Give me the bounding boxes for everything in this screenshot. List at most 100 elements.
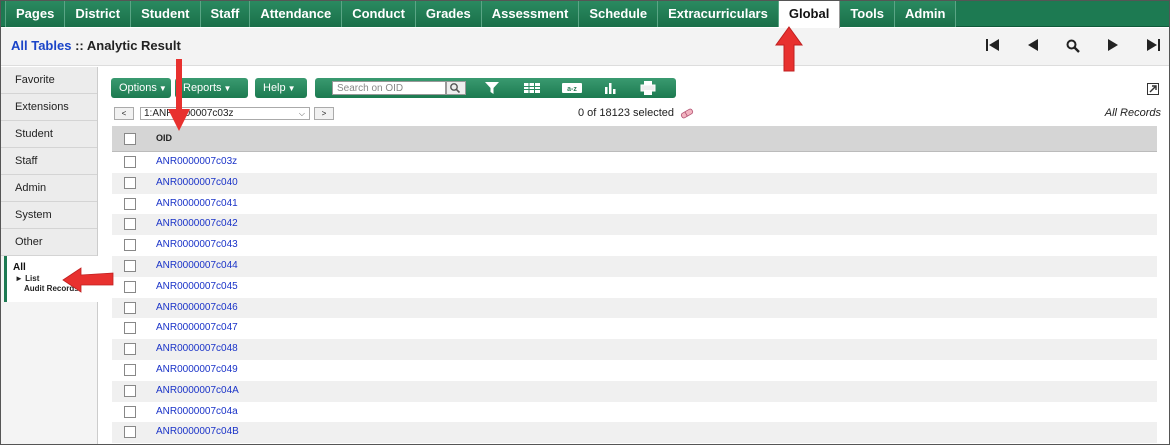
previous-record-icon[interactable] (1021, 35, 1045, 57)
oid-link[interactable]: ANR0000007c049 (156, 364, 238, 375)
caret-down-icon: ▼ (223, 84, 232, 93)
chevron-down-icon: ⌵ (298, 109, 305, 118)
oid-link[interactable]: ANR0000007c04a (156, 406, 238, 417)
nav-tab-pages[interactable]: Pages (5, 1, 66, 27)
next-page-button[interactable]: > (314, 107, 334, 120)
row-checkbox[interactable] (124, 322, 136, 335)
side-menu: Favorite Extensions Student Staff Admin Syste… (1, 67, 98, 444)
options-label: Options (119, 82, 157, 94)
row-checkbox[interactable] (124, 197, 136, 210)
table-body: ANR0000007c03z ANR0000007c040 ANR0000007c0… (112, 152, 1157, 444)
record-select[interactable]: 1:ANR0000007c03z ⌵ (140, 107, 310, 120)
row-checkbox[interactable] (124, 405, 136, 418)
print-icon[interactable] (639, 81, 657, 95)
oid-link[interactable]: ANR0000007c04A (156, 385, 239, 396)
row-checkbox[interactable] (124, 301, 136, 314)
table-row: ANR0000007c03z (112, 152, 1157, 173)
table-row: ANR0000007c044 (112, 255, 1157, 277)
table-row: ANR0000007c041 (112, 194, 1157, 215)
table-header: OID (112, 126, 1157, 152)
table-row: ANR0000007c04B (112, 422, 1157, 444)
nav-tab-admin[interactable]: Admin (895, 1, 957, 27)
sort-az-icon[interactable]: a-z (561, 81, 583, 95)
oid-link[interactable]: ANR0000007c043 (156, 239, 238, 250)
first-record-icon[interactable] (981, 35, 1005, 57)
caret-down-icon: ▼ (287, 84, 296, 93)
nav-tab-attendance[interactable]: Attendance (250, 1, 343, 27)
select-all-checkbox[interactable] (124, 133, 136, 145)
search-submit-icon[interactable] (446, 81, 466, 95)
table-row: ANR0000007c047 (112, 318, 1157, 339)
filter-icon[interactable] (483, 81, 501, 95)
search-input[interactable] (332, 81, 446, 95)
nav-tab-extracurriculars[interactable]: Extracurriculars (658, 1, 779, 27)
nav-tab-tools[interactable]: Tools (840, 1, 896, 27)
row-checkbox[interactable] (124, 218, 136, 231)
search-icon[interactable] (1061, 35, 1085, 57)
nav-tab-district[interactable]: District (65, 1, 132, 27)
oid-link[interactable]: ANR0000007c03z (156, 156, 237, 167)
breadcrumb-separator: :: (71, 38, 87, 53)
oid-column-header[interactable]: OID (156, 133, 172, 143)
search-toolbar: a-z (315, 78, 676, 98)
oid-link[interactable]: ANR0000007c048 (156, 343, 238, 354)
sidebar-item-student[interactable]: Student (1, 121, 97, 148)
oid-link[interactable]: ANR0000007c040 (156, 177, 238, 188)
row-checkbox[interactable] (124, 363, 136, 376)
oid-link[interactable]: ANR0000007c04B (156, 426, 239, 437)
oid-link[interactable]: ANR0000007c046 (156, 302, 238, 313)
reports-button[interactable]: Reports ▼ (175, 78, 248, 98)
row-checkbox[interactable] (124, 280, 136, 293)
popout-icon[interactable] (1147, 83, 1159, 95)
sidebar-all-label: All (13, 262, 26, 273)
eraser-icon[interactable] (680, 108, 694, 122)
nav-tab-grades[interactable]: Grades (415, 1, 482, 27)
sidebar-item-all[interactable]: All ► List Audit Records (4, 256, 98, 302)
nav-tab-staff[interactable]: Staff (200, 1, 251, 27)
columns-grid-icon[interactable] (523, 81, 541, 95)
table-row: ANR0000007c043 (112, 235, 1157, 256)
row-checkbox[interactable] (124, 343, 136, 356)
row-checkbox[interactable] (124, 384, 136, 397)
nav-tab-schedule[interactable]: Schedule (579, 1, 659, 27)
table-row: ANR0000007c046 (112, 297, 1157, 319)
row-checkbox[interactable] (124, 259, 136, 272)
oid-link[interactable]: ANR0000007c047 (156, 322, 238, 333)
options-button[interactable]: Options ▼ (111, 78, 171, 98)
table-row: ANR0000007c045 (112, 277, 1157, 298)
sidebar-item-admin[interactable]: Admin (1, 175, 97, 202)
oid-link[interactable]: ANR0000007c044 (156, 260, 238, 271)
record-select-value: 1:ANR0000007c03z (144, 108, 234, 119)
help-button[interactable]: Help ▼ (255, 78, 307, 98)
sidebar-item-audit-records[interactable]: Audit Records (13, 284, 98, 293)
nav-tab-student[interactable]: Student (131, 1, 201, 27)
chart-icon[interactable] (601, 81, 619, 95)
sidebar-item-other[interactable]: Other (1, 229, 97, 256)
sidebar-item-list[interactable]: ► List (13, 274, 98, 283)
nav-tab-assessment[interactable]: Assessment (481, 1, 580, 27)
sidebar-item-staff[interactable]: Staff (1, 148, 97, 175)
oid-link[interactable]: ANR0000007c045 (156, 281, 238, 292)
nav-tab-global[interactable]: Global (778, 1, 841, 28)
breadcrumb-all-tables[interactable]: All Tables (11, 38, 71, 53)
row-checkbox[interactable] (124, 156, 136, 168)
row-checkbox[interactable] (124, 239, 136, 252)
title-bar: All Tables :: Analytic Result (1, 28, 1169, 66)
row-checkbox[interactable] (124, 426, 136, 439)
sidebar-item-favorite[interactable]: Favorite (1, 67, 97, 94)
sidebar-item-extensions[interactable]: Extensions (1, 94, 97, 121)
table-row: ANR0000007c042 (112, 214, 1157, 236)
oid-link[interactable]: ANR0000007c041 (156, 198, 238, 209)
sidebar-item-system[interactable]: System (1, 202, 97, 229)
previous-page-button[interactable]: < (114, 107, 134, 120)
next-record-icon[interactable] (1101, 35, 1125, 57)
nav-tab-conduct[interactable]: Conduct (342, 1, 416, 27)
records-scope: All Records (1104, 107, 1161, 119)
last-record-icon[interactable] (1141, 35, 1165, 57)
row-checkbox[interactable] (124, 176, 136, 189)
oid-link[interactable]: ANR0000007c042 (156, 218, 238, 229)
table-row: ANR0000007c049 (112, 360, 1157, 381)
selected-count: 0 of 18123 selected (578, 107, 675, 119)
page-title: All Tables :: Analytic Result (11, 38, 181, 53)
table-row: ANR0000007c04a (112, 402, 1157, 423)
